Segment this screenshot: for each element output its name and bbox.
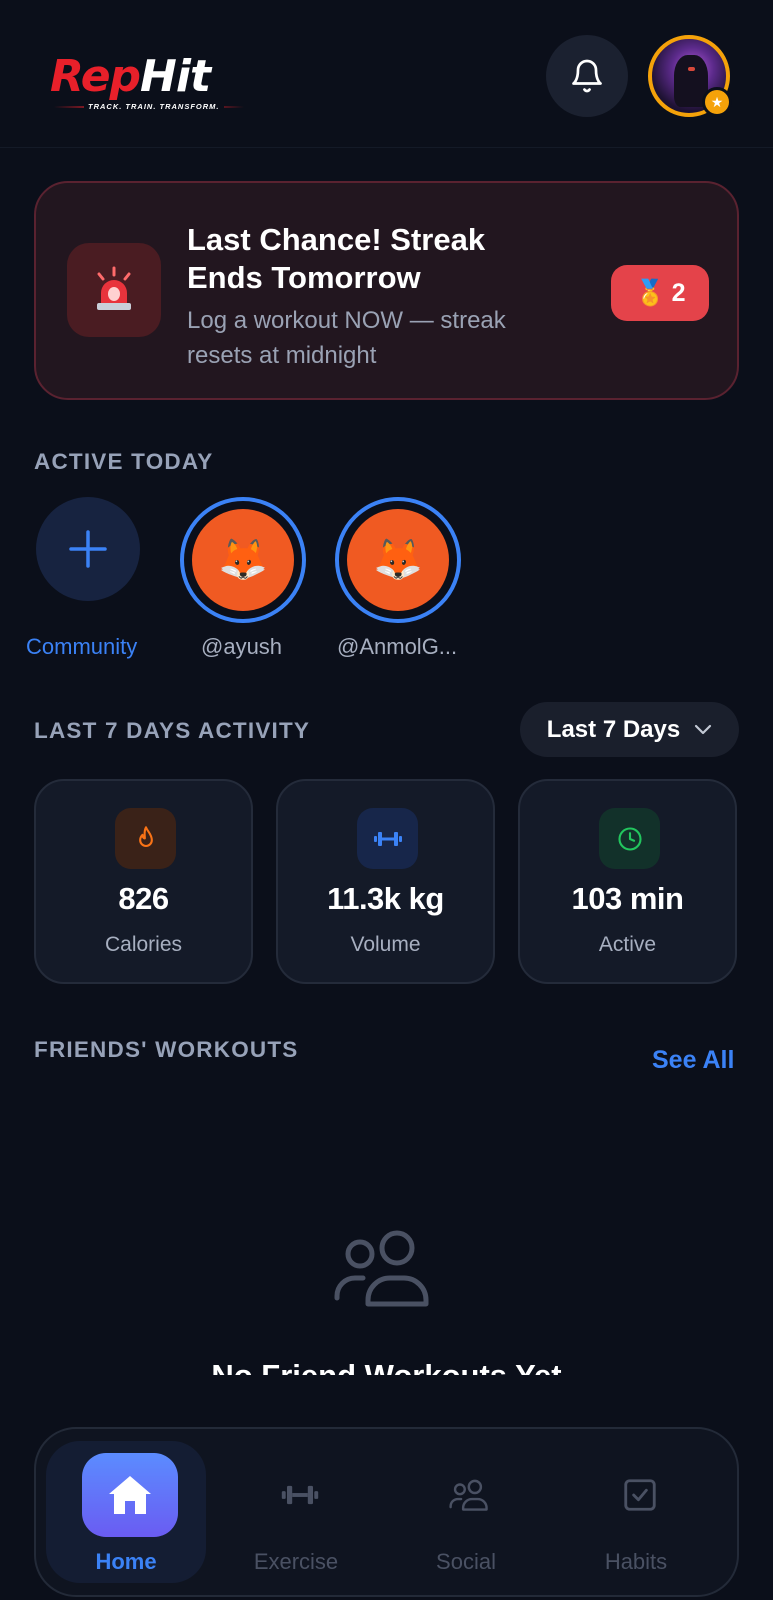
story-label: @AnmolG... — [337, 634, 458, 659]
dumbbell-icon — [357, 808, 418, 869]
streak-count-badge: 🏅 2 — [611, 265, 709, 321]
story-anmolg[interactable]: 🦊 @AnmolG... — [335, 497, 465, 667]
active-today-heading: ACTIVE TODAY — [34, 449, 214, 474]
notifications-button[interactable] — [546, 35, 628, 117]
add-story-button[interactable] — [36, 497, 140, 601]
story-ring: 🦊 — [335, 497, 461, 623]
app-header: RepHit TRACK. TRAIN. TRANSFORM. ★ — [0, 0, 773, 148]
checkbox-icon — [592, 1453, 688, 1537]
nav-habits[interactable]: Habits — [556, 1441, 716, 1583]
logo-wordmark: RepHit — [50, 55, 250, 99]
streak-count: 2 — [671, 278, 686, 307]
alert-subtitle: Log a workout NOW — streak resets at mid… — [187, 307, 506, 369]
story-ring: 🦊 — [180, 497, 306, 623]
stat-value: 11.3k kg — [327, 881, 444, 916]
stat-card-active[interactable]: 103 min Active — [518, 779, 737, 984]
bell-icon — [572, 59, 602, 93]
users-icon — [334, 1230, 429, 1307]
story-ayush[interactable]: 🦊 @ayush — [180, 497, 310, 667]
stat-label: Volume — [350, 933, 421, 956]
stat-label: Active — [598, 933, 657, 956]
flame-icon — [115, 808, 176, 869]
story-label: Community — [26, 634, 138, 659]
medal-icon: 🏅 — [634, 278, 666, 307]
fox-avatar-icon: 🦊 — [347, 509, 449, 611]
home-icon — [82, 1453, 178, 1537]
nav-label: Habits — [604, 1549, 668, 1574]
nav-home[interactable]: Home — [46, 1441, 206, 1583]
logo-tagline: TRACK. TRAIN. TRANSFORM. — [84, 102, 224, 111]
nav-exercise[interactable]: Exercise — [216, 1441, 376, 1583]
users-icon — [422, 1453, 518, 1537]
rephit-logo[interactable]: RepHit TRACK. TRAIN. TRANSFORM. — [50, 55, 250, 117]
fox-avatar-icon: 🦊 — [192, 509, 294, 611]
nav-social[interactable]: Social — [386, 1441, 546, 1583]
dumbbell-icon — [252, 1453, 348, 1537]
nav-label: Home — [95, 1549, 157, 1574]
star-badge-icon: ★ — [702, 87, 732, 117]
streak-alert-card[interactable]: Last Chance! Streak Ends Tomorrow Log a … — [34, 181, 739, 400]
stat-value: 103 min — [571, 881, 684, 916]
stat-label: Calories — [104, 933, 183, 956]
range-dropdown[interactable]: Last 7 Days — [520, 702, 739, 757]
logo-hit: Hit — [140, 51, 211, 102]
nav-label: Social — [436, 1549, 496, 1574]
clock-icon — [599, 808, 660, 869]
story-community[interactable]: Community — [26, 497, 164, 667]
profile-avatar-button[interactable]: ★ — [648, 35, 732, 117]
range-value: Last 7 Days — [546, 715, 681, 743]
stat-card-volume[interactable]: 11.3k kg Volume — [276, 779, 495, 984]
nav-label: Exercise — [253, 1549, 339, 1574]
alert-title: Last Chance! Streak Ends Tomorrow — [187, 222, 486, 295]
plus-icon — [69, 530, 107, 568]
chevron-down-icon — [695, 724, 712, 734]
see-all-link[interactable]: See All — [652, 1046, 734, 1075]
stat-card-calories[interactable]: 826 Calories — [34, 779, 253, 984]
logo-rep: Rep — [50, 51, 141, 102]
activity-heading: LAST 7 DAYS ACTIVITY — [34, 718, 311, 743]
story-label: @ayush — [201, 634, 283, 659]
avatar-eye — [688, 67, 695, 71]
empty-state-title: No Friend Workouts Yet — [0, 1355, 773, 1375]
bottom-navigation: Home Exercise Social Habits — [34, 1427, 739, 1597]
friends-workouts-heading: FRIENDS' WORKOUTS — [34, 1037, 299, 1062]
stat-value: 826 — [118, 881, 169, 916]
siren-icon — [67, 243, 161, 337]
